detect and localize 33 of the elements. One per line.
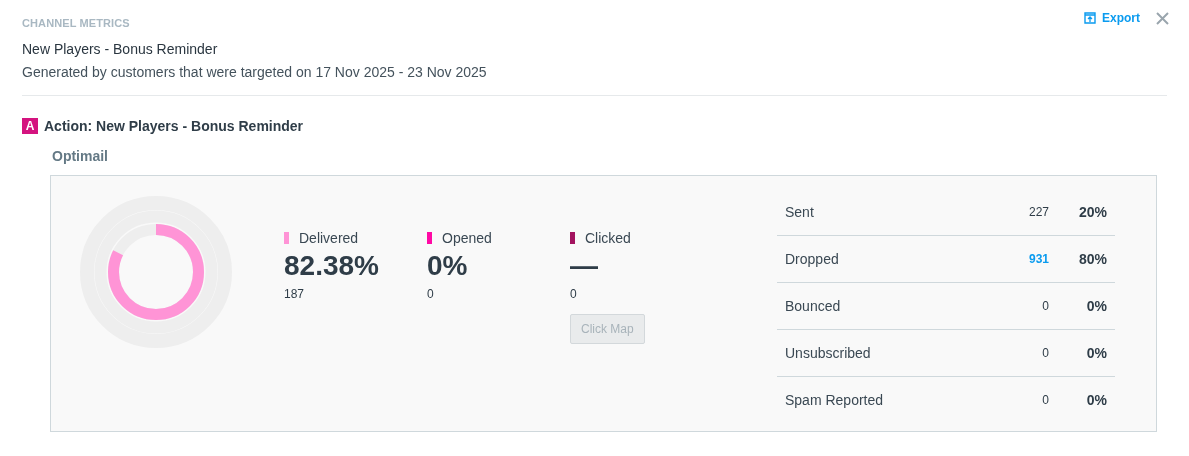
section-label: CHANNEL METRICS (22, 17, 131, 29)
metric-count: 0 (427, 287, 435, 301)
table-cell-text: Unsubscribed (784, 345, 872, 361)
metric-count: 0 (570, 287, 578, 301)
table-cell-text: Spam Reported (784, 392, 885, 408)
table-cell-text: Bounced (784, 298, 842, 314)
metric-label: Opened (442, 230, 492, 246)
action-badge: A (22, 118, 38, 134)
table-cell-text: Sent (784, 204, 815, 220)
report-title: New Players - Bonus Reminder (22, 41, 219, 57)
table-cell-text: 0% (1085, 345, 1108, 361)
table-cell-text: Dropped (784, 251, 840, 267)
table-cell-text: 0% (1085, 392, 1108, 408)
metric-value: 0% (427, 250, 469, 282)
export-icon (1084, 12, 1096, 24)
count-link[interactable]: 931 (989, 252, 1049, 266)
table-cell-text: 20% (1077, 204, 1108, 220)
export-link[interactable]: Export (1084, 11, 1140, 25)
metric-count: 187 (284, 287, 306, 301)
metric-label: Clicked (585, 230, 631, 246)
table-cell-text: 227 (1027, 205, 1049, 219)
metric-value: — (570, 250, 599, 282)
metric-value: 82.38% (284, 250, 380, 282)
table-cell-text: 0 (1041, 393, 1049, 407)
table-cell-text: 0% (1085, 298, 1108, 314)
close-icon[interactable] (1156, 11, 1169, 25)
table-cell-text: 0 (1041, 299, 1049, 313)
report-subtitle: Generated by customers that were targeted on 17 Nov 2025 - 23 Nov 2025 (22, 64, 487, 80)
table-cell-text: 0 (1041, 346, 1049, 360)
channel-label: Optimail (52, 148, 109, 164)
metric-label: Delivered (299, 230, 359, 246)
table-cell-text: 80% (1077, 251, 1108, 267)
action-title: Action: New Players - Bonus Reminder (44, 118, 304, 134)
